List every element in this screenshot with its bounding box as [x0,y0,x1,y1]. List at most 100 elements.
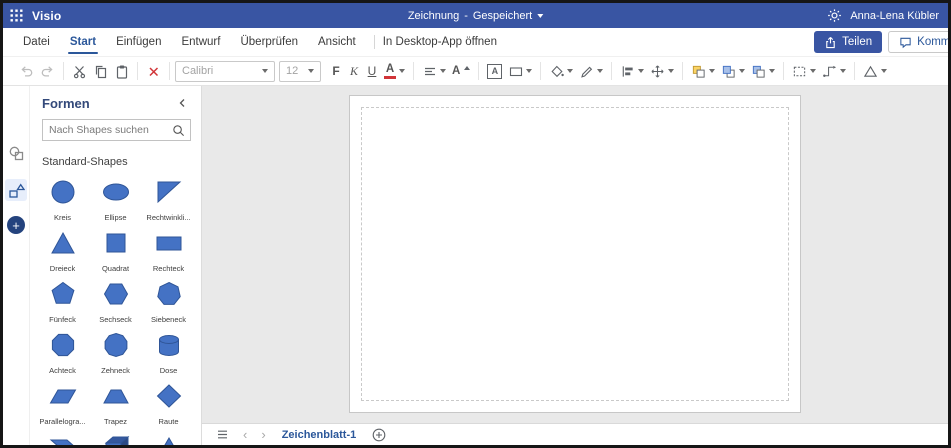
copy-button[interactable] [90,62,111,81]
cube-shape-icon [102,433,130,445]
tab-überprüfen[interactable]: Überprüfen [230,28,308,56]
tab-datei[interactable]: Datei [13,28,60,56]
paste-button[interactable] [111,62,132,81]
redo-button[interactable] [37,62,58,81]
chevron-down-icon [739,69,746,73]
basic-stencil-button[interactable] [5,142,27,164]
share-button[interactable]: Teilen [814,31,883,53]
heptagon-shape-icon [155,280,183,313]
rectangle-outline-icon [510,66,523,76]
shape-chevron[interactable] [36,431,89,445]
cut-button[interactable] [69,62,90,81]
comments-label: Kommentare [917,36,951,48]
align-objects-button[interactable] [617,62,647,81]
page-scroll-area[interactable] [202,86,948,423]
font-color-button[interactable]: A [381,62,408,81]
italic-button[interactable]: K [345,61,363,81]
sheet-tab-zeichenblatt-1[interactable]: Zeichenblatt-1 [274,424,365,445]
copy-icon [95,65,107,78]
page-list-button[interactable] [210,424,235,445]
shapes-panel: Formen Standa [30,86,202,445]
shape-hexagon[interactable]: Sechseck [89,278,142,329]
square-shape-icon [102,229,130,262]
ribbon-separator [137,62,138,80]
delete-button[interactable] [143,62,164,81]
position-button[interactable] [647,62,677,81]
shape-cone[interactable] [142,431,195,445]
add-page-button[interactable] [366,424,392,445]
shape-outline-button[interactable] [505,62,535,81]
send-backward-button[interactable] [748,62,778,81]
shape-square[interactable]: Quadrat [89,227,142,278]
shape-circle[interactable]: Kreis [36,176,89,227]
collapse-panel-button[interactable] [175,95,191,111]
open-in-desktop-button[interactable]: In Desktop-App öffnen [383,36,497,48]
underline-button[interactable]: U [363,61,381,81]
shapes-stencil-button[interactable] [5,179,27,201]
drawing-page[interactable] [349,95,801,413]
tab-einfügen[interactable]: Einfügen [106,28,171,56]
bring-forward-button[interactable] [718,62,748,81]
save-status: Gespeichert [472,9,533,22]
bold-button[interactable]: F [327,61,345,81]
pentagon-shape-icon [49,280,77,313]
font-size-combobox[interactable]: 12 [279,60,321,82]
shape-octagon[interactable]: Achteck [36,329,89,380]
next-page-button[interactable]: › [255,424,271,445]
align-text-button[interactable] [419,62,449,81]
shapes-search-input[interactable] [43,124,166,136]
shape-cylinder[interactable]: Dose [142,329,195,380]
grow-font-button[interactable]: A [449,64,473,79]
hamburger-icon [218,430,227,439]
waffle-icon [10,9,22,22]
tab-entwurf[interactable]: Entwurf [171,28,230,56]
previous-page-button[interactable]: ‹ [237,424,253,445]
shape-right-triangle[interactable]: Rechtwinkli... [142,176,195,227]
menu-bar-right: Teilen Kommentare [814,31,948,53]
shape-rectangle[interactable]: Rechteck [142,227,195,278]
shape-label: Kreis [53,213,72,222]
chevron-down-icon [668,69,675,73]
shape-label: Achteck [49,366,76,375]
ribbon-separator [478,62,480,80]
shape-ellipse[interactable]: Ellipse [89,176,142,227]
group-objects-icon [693,65,705,78]
shape-parallelogram[interactable]: Parallelogra... [36,380,89,431]
ribbon-separator [540,62,542,80]
connector-button[interactable] [819,62,849,81]
shape-trapezoid[interactable]: Trapez [89,380,142,431]
shape-triangle[interactable]: Dreieck [36,227,89,278]
shape-label: Fünfeck [49,315,76,324]
chevron-down-icon [769,69,776,73]
shape-operations-button[interactable] [860,62,890,81]
magnifier-icon [172,124,184,136]
ribbon-separator [682,62,684,80]
settings-button[interactable] [827,8,842,23]
undo-button[interactable] [16,62,37,81]
shape-pentagon[interactable]: Fünfeck [36,278,89,329]
shape-heptagon[interactable]: Siebeneck [142,278,195,329]
shape-diamond[interactable]: Raute [142,380,195,431]
canvas-area[interactable]: ‹ › Zeichenblatt-1 [202,86,948,445]
search-submit-button[interactable] [166,120,190,140]
shape-label: Rechteck [152,264,185,273]
font-name-combobox[interactable]: Calibri [175,60,275,82]
document-title: Zeichnung [407,9,460,22]
double-chevron-left-icon [179,99,185,107]
app-launcher-button[interactable] [3,3,29,28]
tab-start[interactable]: Start [60,28,106,56]
tab-ansicht[interactable]: Ansicht [308,28,366,56]
container-button[interactable] [789,62,819,81]
comments-button[interactable]: Kommentare [888,31,951,53]
line-color-button[interactable] [576,62,606,81]
add-stencil-button[interactable]: + [7,216,25,234]
fill-color-button[interactable] [546,62,576,81]
shape-decagon[interactable]: Zehneck [89,329,142,380]
user-name[interactable]: Anna-Lena Kübler [850,10,939,22]
redo-icon [41,65,53,77]
shape-cube[interactable] [89,431,142,445]
share-label: Teilen [842,36,873,48]
insert-textbox-button[interactable]: A [484,62,505,81]
document-title-area[interactable]: Zeichnung - Gespeichert [407,3,544,28]
group-button[interactable] [688,62,718,81]
